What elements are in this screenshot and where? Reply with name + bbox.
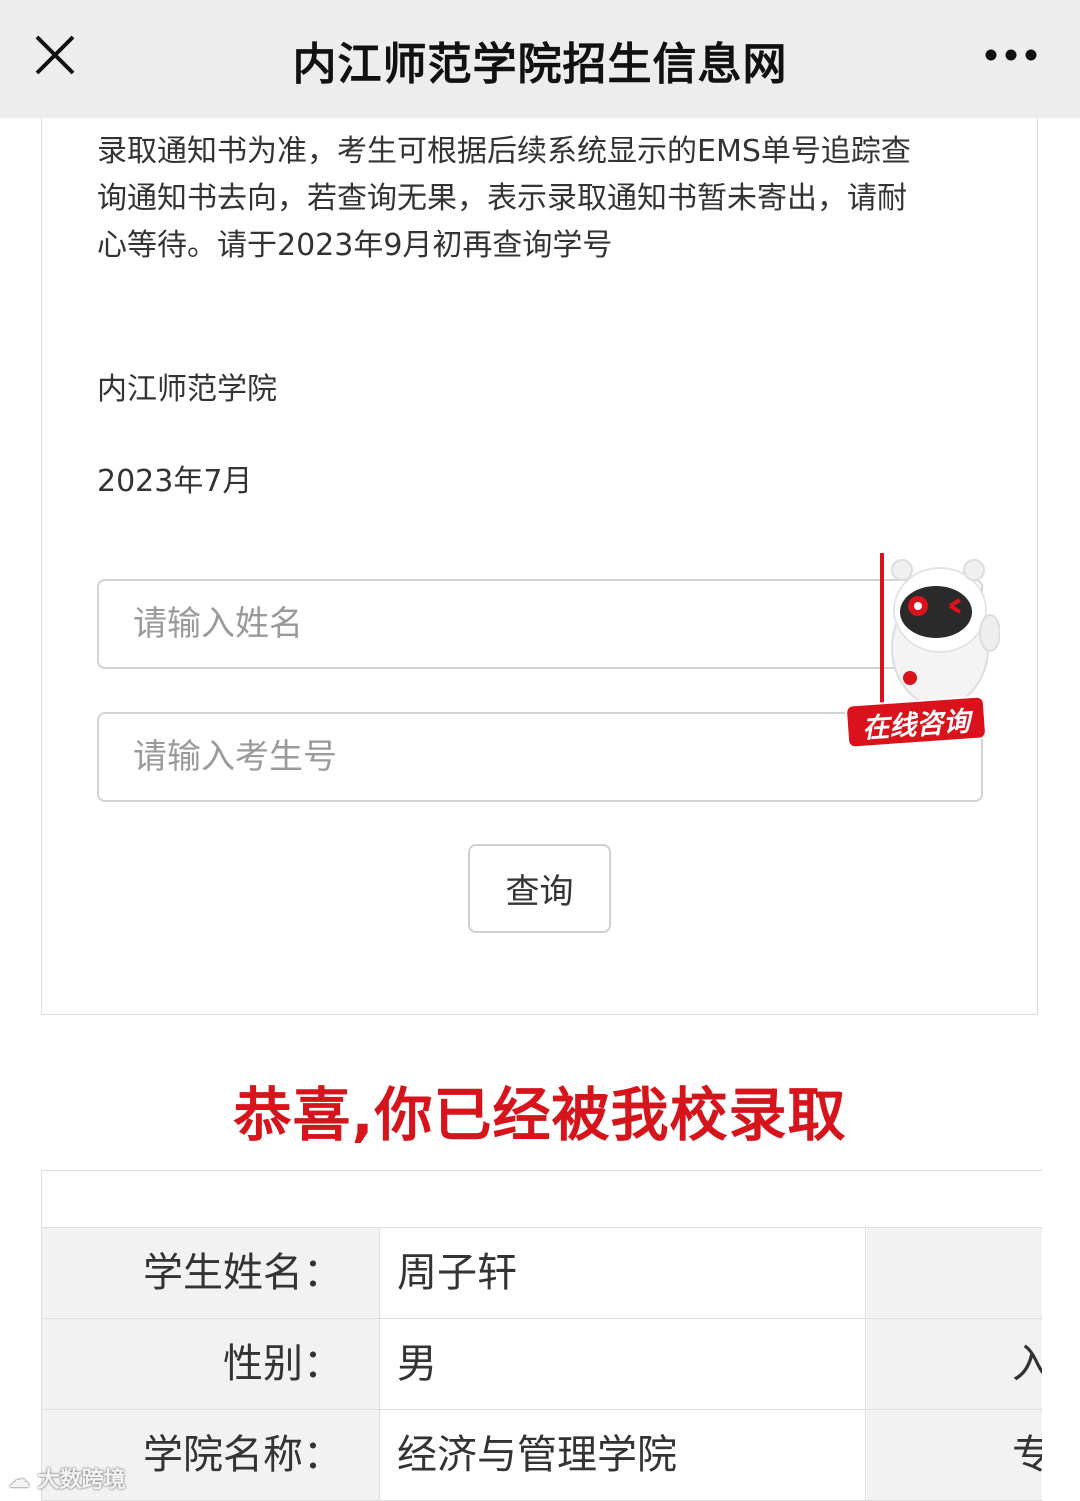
admission-result-table: 学生姓名： 周子轩 性别： 男 入 学院名称： 经济与管理学院 专 (41, 1170, 1042, 1501)
table-row: 学院名称： 经济与管理学院 专 (42, 1410, 1042, 1501)
admission-headline: 恭喜,你已经被我校录取 (233, 1081, 847, 1149)
row-label2-empty (867, 1228, 1042, 1318)
notice-line-2: 询通知书去向，若查询无果，表示录取通知书暂未寄出，请耐 (97, 181, 907, 216)
signature-org: 内江师范学院 (97, 372, 277, 407)
table-row: 学生姓名： 周子轩 (42, 1228, 1042, 1319)
notice-line-3: 心等待。请于2023年9月初再查询学号 (97, 228, 613, 263)
watermark-icon: ☁ (8, 1468, 38, 1493)
top-bar: 内江师范学院招生信息网 (0, 0, 1080, 118)
signature-date: 2023年7月 (97, 464, 253, 499)
row-label-gender: 性别： (42, 1319, 380, 1409)
more-options-icon[interactable] (976, 30, 1046, 80)
row-label2-truncated: 入 (867, 1319, 1042, 1409)
query-button[interactable]: 查询 (468, 844, 611, 933)
watermark-text: 大数跨境 (37, 1468, 126, 1493)
row-value-college: 经济与管理学院 (381, 1410, 866, 1500)
row-value-gender: 男 (381, 1319, 866, 1409)
table-row: 性别： 男 入 (42, 1319, 1042, 1410)
row-label-name: 学生姓名： (42, 1228, 380, 1318)
row-value-name: 周子轩 (381, 1228, 866, 1318)
notice-text: 录取通知书为准，考生可根据后续系统显示的EMS单号追踪查 询通知书去向，若查询无… (97, 128, 987, 269)
row-label2-truncated: 专 (867, 1410, 1042, 1500)
watermark-logo: ☁ 大数跨境 (8, 1462, 126, 1494)
table-header-space (42, 1171, 1042, 1228)
page-title: 内江师范学院招生信息网 (292, 39, 788, 90)
notice-line-1: 录取通知书为准，考生可根据后续系统显示的EMS单号追踪查 (97, 134, 911, 169)
